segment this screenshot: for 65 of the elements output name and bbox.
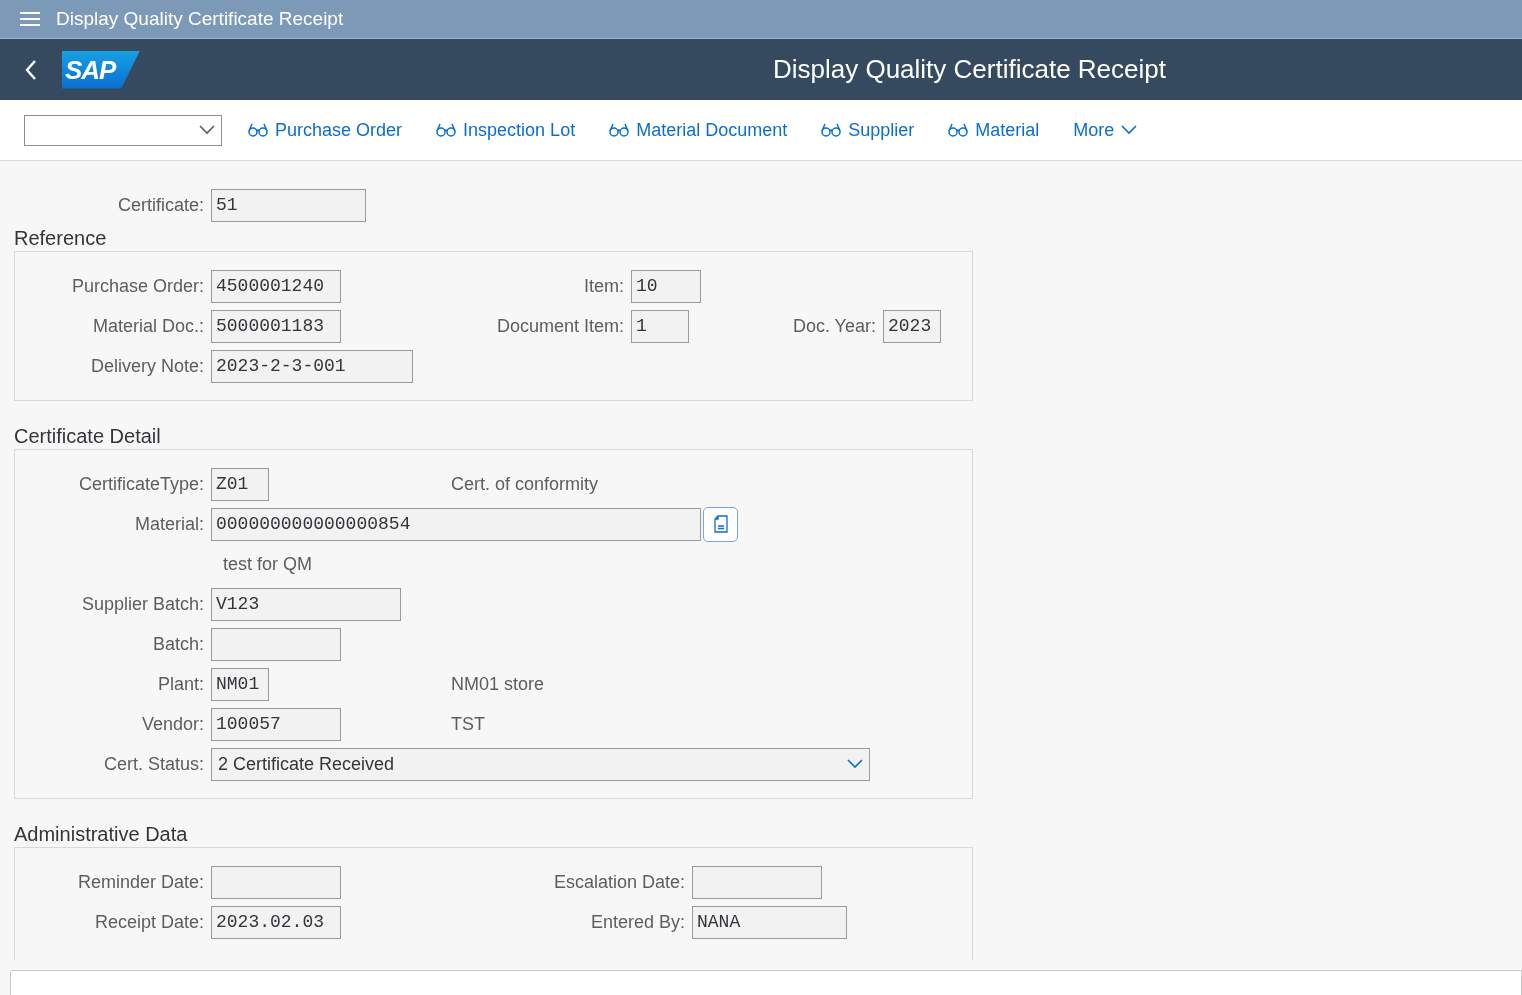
glasses-icon <box>436 123 457 137</box>
input-field[interactable]: 2023-2-3-001 <box>211 349 413 383</box>
input-field[interactable]: 2023.02.03 <box>211 905 341 939</box>
input-field[interactable]: 1 <box>631 309 689 343</box>
field-label: CertificateType: <box>77 472 205 496</box>
description-text: NM01 store <box>451 672 545 696</box>
input-field[interactable]: NM01 <box>211 667 269 701</box>
input-field[interactable]: 4500001240 <box>211 269 341 303</box>
page-title: Display Quality Certificate Receipt <box>771 53 1167 86</box>
select-field[interactable]: 2 Certificate Received <box>211 747 870 781</box>
section-title: Reference <box>14 226 108 251</box>
description-text: Cert. of conformity <box>451 472 599 496</box>
field-label: Doc. Year: <box>791 314 877 338</box>
field-label: Escalation Date: <box>552 870 686 894</box>
input-field[interactable]: 5000001183 <box>211 309 341 343</box>
back-icon[interactable] <box>24 58 38 81</box>
description-text: test for QM <box>223 552 312 576</box>
field-label: Plant: <box>156 672 205 696</box>
glasses-icon <box>821 123 842 137</box>
more-menu-button[interactable]: More <box>1073 116 1138 144</box>
glasses-icon <box>248 123 268 137</box>
field-label: Material Doc.: <box>91 314 205 338</box>
input-field[interactable] <box>692 865 822 899</box>
field-label: Cert. Status: <box>102 752 205 776</box>
input-field[interactable] <box>211 627 341 661</box>
chevron-down-icon <box>847 759 863 769</box>
field-label: Purchase Order: <box>70 274 205 298</box>
field-label: Entered By: <box>589 910 686 934</box>
section-title: Administrative Data <box>14 822 189 847</box>
document-icon <box>713 515 728 533</box>
chevron-down-icon <box>1121 125 1138 135</box>
input-field[interactable]: Z01 <box>211 467 269 501</box>
input-field[interactable] <box>211 865 341 899</box>
glasses-icon <box>609 123 630 137</box>
section-title: Certificate Detail <box>14 424 162 449</box>
field-label: Vendor: <box>140 712 205 736</box>
input-field[interactable]: 10 <box>631 269 701 303</box>
input-field[interactable]: 100057 <box>211 707 341 741</box>
window-title: Display Quality Certificate Receipt <box>56 6 344 31</box>
input-field[interactable]: 2023 <box>883 309 941 343</box>
chevron-down-icon <box>199 125 215 135</box>
field-label: Certificate: <box>116 193 205 217</box>
value-help-button[interactable] <box>703 506 738 542</box>
field-label: Batch: <box>151 632 205 656</box>
field-label: Material: <box>133 512 205 536</box>
input-field[interactable]: V123 <box>211 587 401 621</box>
description-text: TST <box>451 712 485 736</box>
toolbar-link[interactable]: Supplier <box>821 116 915 144</box>
field-label: Item: <box>583 274 625 298</box>
toolbar-link[interactable]: Material Document <box>609 116 788 144</box>
field-label: Delivery Note: <box>89 354 205 378</box>
toolbar-link[interactable]: Material <box>948 116 1040 144</box>
field-label: Reminder Date: <box>76 870 205 894</box>
toolbar-link[interactable]: Inspection Lot <box>436 116 576 144</box>
field-label: Document Item: <box>495 314 625 338</box>
input-field[interactable]: 000000000000000854 <box>211 507 701 541</box>
input-field[interactable]: 51 <box>211 188 366 222</box>
menu-icon[interactable] <box>20 11 40 27</box>
field-label: Supplier Batch: <box>80 592 205 616</box>
input-field[interactable]: NANA <box>692 905 847 939</box>
glasses-icon <box>948 123 969 137</box>
sap-logo: SAP <box>62 50 140 89</box>
field-label: Receipt Date: <box>93 910 205 934</box>
toolbar-link[interactable]: Purchase Order <box>248 116 403 144</box>
variant-dropdown[interactable] <box>24 114 222 146</box>
